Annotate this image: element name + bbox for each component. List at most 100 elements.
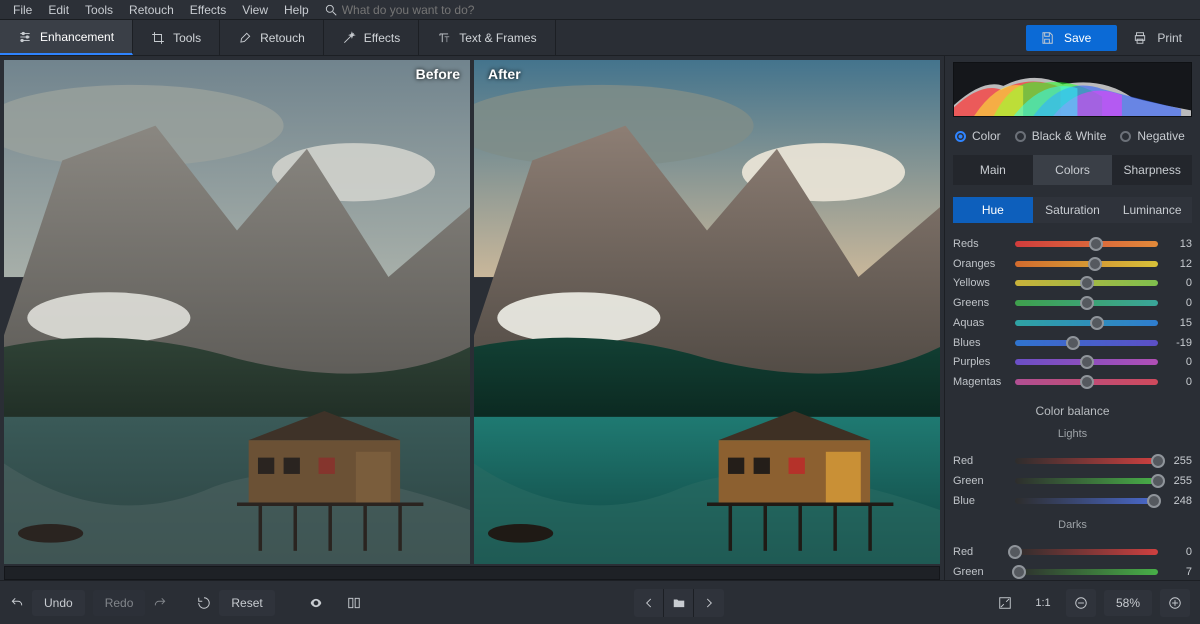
ptab-colors[interactable]: Colors [1033,155,1113,185]
preview-button[interactable] [301,589,331,617]
slider-track[interactable] [1015,498,1158,504]
tab-tools-label: Tools [173,31,201,45]
tab-retouch[interactable]: Retouch [220,20,324,55]
slider-thumb[interactable] [1147,494,1161,508]
ptab-main[interactable]: Main [953,155,1033,185]
menu-retouch[interactable]: Retouch [122,1,181,19]
slider-thumb[interactable] [1066,336,1080,350]
slider-track[interactable] [1015,261,1158,267]
slider-track[interactable] [1015,320,1158,326]
slider-aquas[interactable]: Aquas15 [953,314,1192,331]
slider-thumb[interactable] [1080,276,1094,290]
slider-track[interactable] [1015,379,1158,385]
slider-reds[interactable]: Reds13 [953,235,1192,252]
tab-retouch-label: Retouch [260,31,305,45]
print-icon [1133,31,1147,45]
slider-label: Purples [953,356,1009,368]
prev-file-button[interactable] [634,589,664,617]
slider-greens[interactable]: Greens0 [953,295,1192,312]
slider-track[interactable] [1015,300,1158,306]
radio-color[interactable]: Color [955,129,1001,143]
tab-tools[interactable]: Tools [133,20,220,55]
after-pane[interactable]: After [474,60,940,564]
slider-track[interactable] [1015,340,1158,346]
slider-track[interactable] [1015,569,1158,575]
menu-view[interactable]: View [235,1,275,19]
reset-icon[interactable] [197,596,211,610]
slider-purples[interactable]: Purples0 [953,354,1192,371]
slider-thumb[interactable] [1012,565,1026,579]
print-button[interactable]: Print [1127,25,1200,51]
radio-negative[interactable]: Negative [1120,129,1184,143]
reset-button[interactable]: Reset [219,590,274,616]
stab-hue[interactable]: Hue [953,197,1033,223]
zoom-value[interactable]: 58% [1104,590,1152,616]
slider-value: 0 [1164,376,1192,388]
save-icon [1040,31,1054,45]
slider-magentas[interactable]: Magentas0 [953,374,1192,391]
tab-enhancement[interactable]: Enhancement [0,20,133,55]
radio-bw-label: Black & White [1032,129,1107,143]
search-input[interactable] [342,3,522,17]
fit-icon [998,596,1012,610]
radio-bw[interactable]: Black & White [1015,129,1107,143]
slider-thumb[interactable] [1090,316,1104,330]
fit-screen-button[interactable] [990,589,1020,617]
slider-green[interactable]: Green7 [953,563,1192,580]
slider-thumb[interactable] [1008,545,1022,559]
tab-text-frames[interactable]: Text & Frames [419,20,555,55]
save-button[interactable]: Save [1026,25,1117,51]
menubar-search[interactable] [324,3,522,17]
slider-thumb[interactable] [1080,375,1094,389]
ptab-sharpness[interactable]: Sharpness [1112,155,1192,185]
slider-red[interactable]: Red255 [953,452,1192,469]
slider-yellows[interactable]: Yellows0 [953,275,1192,292]
slider-green[interactable]: Green255 [953,472,1192,489]
slider-track[interactable] [1015,280,1158,286]
chevron-left-icon [642,596,656,610]
slider-track[interactable] [1015,359,1158,365]
redo-arrow-icon[interactable] [153,596,167,610]
actual-size-button[interactable]: 1:1 [1028,589,1058,617]
slider-red[interactable]: Red0 [953,543,1192,560]
redo-button[interactable]: Redo [93,590,146,616]
undo-arrow-icon[interactable] [10,596,24,610]
stab-luminance[interactable]: Luminance [1112,197,1192,223]
lights-sliders: Red255 Green255 Blue248 [953,452,1192,509]
zoom-in-button[interactable] [1160,589,1190,617]
slider-thumb[interactable] [1088,257,1102,271]
slider-track[interactable] [1015,241,1158,247]
stab-saturation[interactable]: Saturation [1033,197,1113,223]
slider-oranges[interactable]: Oranges12 [953,255,1192,272]
before-pane[interactable]: Before [4,60,470,564]
search-icon [324,3,338,17]
slider-track[interactable] [1015,458,1158,464]
menu-tools[interactable]: Tools [78,1,120,19]
menu-file[interactable]: File [6,1,39,19]
zoom-out-button[interactable] [1066,589,1096,617]
next-file-button[interactable] [694,589,724,617]
browse-button[interactable] [664,589,694,617]
compare-button[interactable] [339,589,369,617]
slider-thumb[interactable] [1089,237,1103,251]
menu-effects[interactable]: Effects [183,1,233,19]
slider-track[interactable] [1015,478,1158,484]
slider-blues[interactable]: Blues-19 [953,334,1192,351]
slider-label: Red [953,546,1009,558]
slider-thumb[interactable] [1080,296,1094,310]
tab-effects[interactable]: Effects [324,20,419,55]
slider-label: Reds [953,238,1009,250]
slider-value: 255 [1164,475,1192,487]
menu-help[interactable]: Help [277,1,316,19]
histogram[interactable] [953,62,1192,117]
after-label: After [488,66,521,82]
undo-button[interactable]: Undo [32,590,85,616]
slider-track[interactable] [1015,549,1158,555]
slider-thumb[interactable] [1151,474,1165,488]
slider-blue[interactable]: Blue248 [953,492,1192,509]
slider-thumb[interactable] [1080,355,1094,369]
menu-edit[interactable]: Edit [41,1,76,19]
slider-thumb[interactable] [1151,454,1165,468]
horizontal-scrollbar[interactable] [4,566,940,580]
slider-value: 248 [1164,495,1192,507]
